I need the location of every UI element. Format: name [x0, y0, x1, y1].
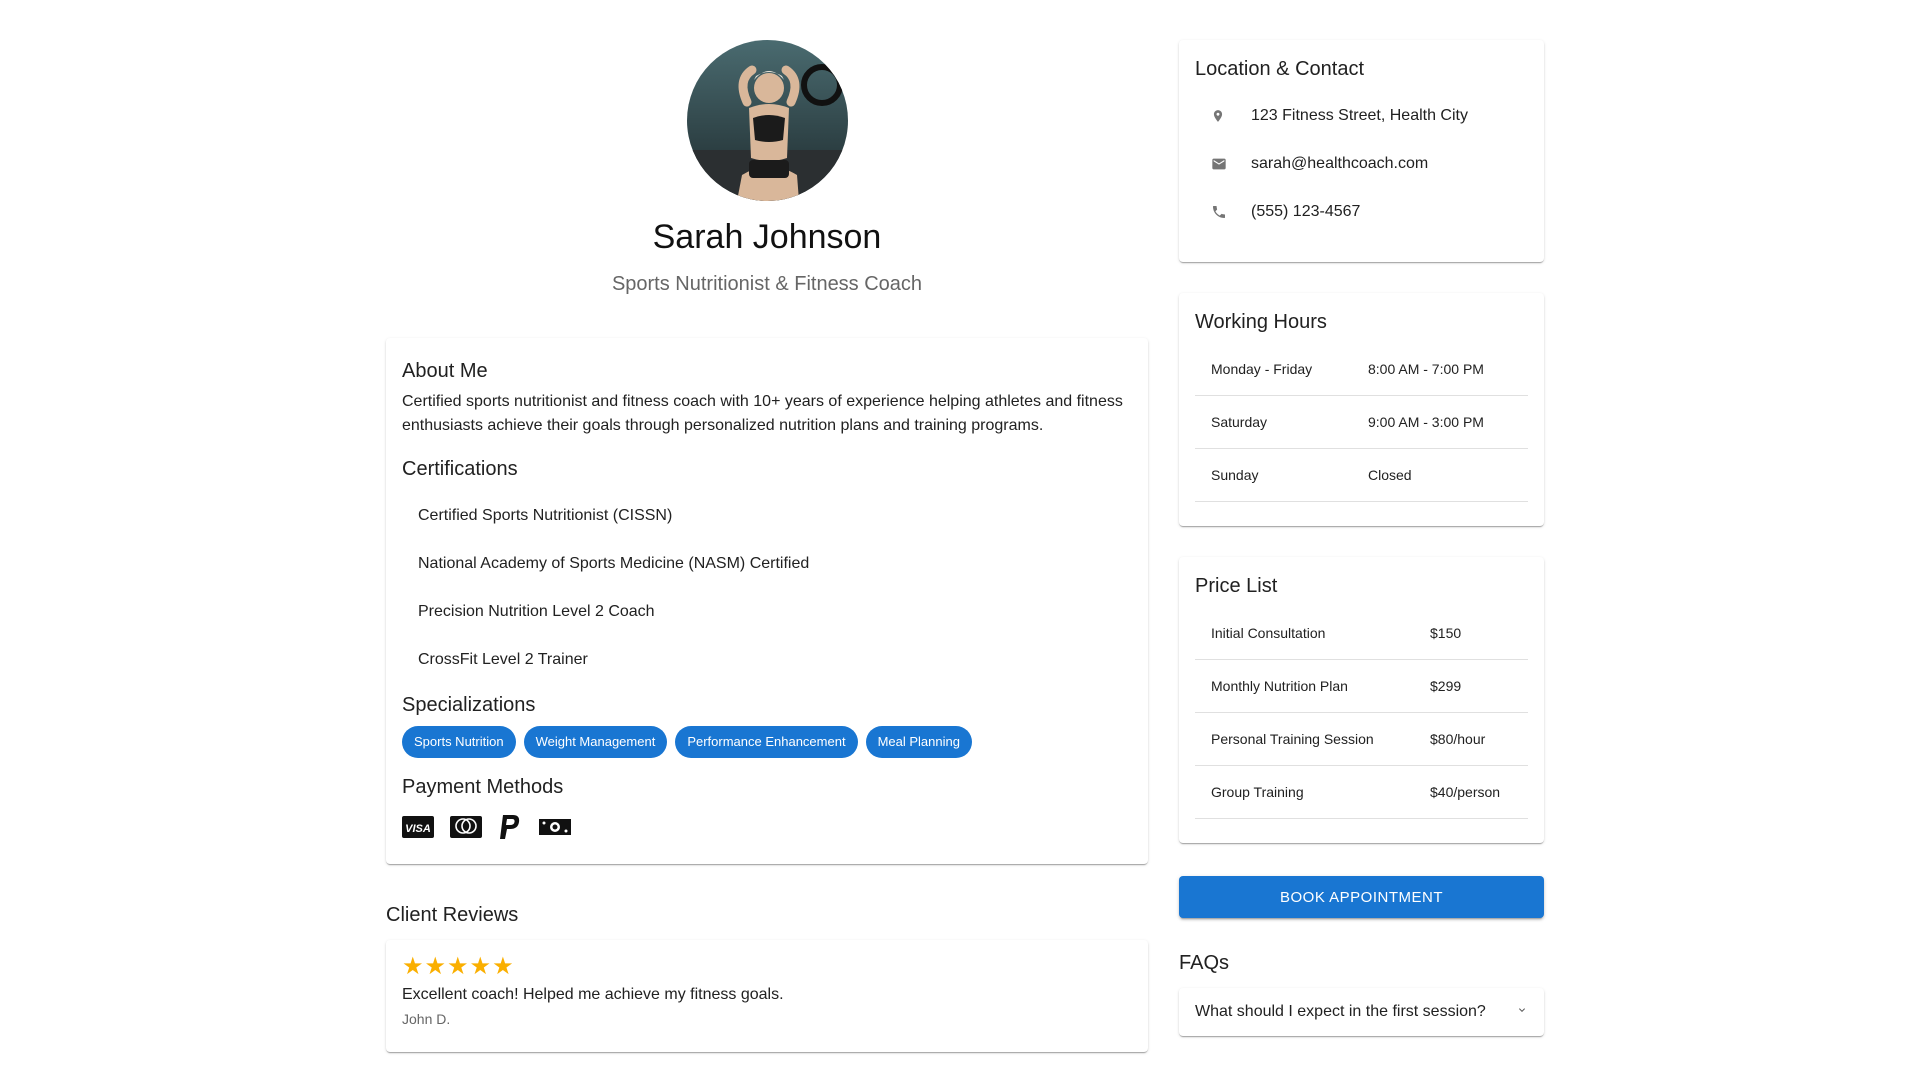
book-appointment-button[interactable]: Book Appointment [1179, 876, 1544, 918]
star-icon: ★ [447, 953, 469, 980]
contact-phone[interactable]: (555) 123-4567 [1251, 203, 1360, 221]
price-value: $150 [1414, 607, 1528, 660]
table-row: Group Training $40/person [1195, 765, 1528, 819]
email-icon [1195, 156, 1251, 172]
chip-sports-nutrition[interactable]: Sports Nutrition [402, 726, 516, 758]
certification-item: National Academy of Sports Medicine (NAS… [418, 555, 810, 572]
price-service: Initial Consultation [1195, 607, 1414, 660]
price-value: $299 [1414, 659, 1528, 713]
avatar [686, 40, 848, 201]
table-row: Saturday 9:00 AM - 3:00 PM [1195, 395, 1528, 449]
certification-item: Certified Sports Nutritionist (CISSN) [418, 507, 673, 524]
profile-title: Sports Nutritionist & Fitness Coach [611, 273, 923, 295]
reviews-heading: Client Reviews [386, 904, 519, 926]
certification-item: CrossFit Level 2 Trainer [418, 651, 588, 668]
about-card: About Me Certified sports nutritionist a… [386, 338, 1148, 864]
working-hours-table: Monday - Friday 8:00 AM - 7:00 PM Saturd… [1195, 343, 1528, 502]
contact-card: Location & Contact 123 Fitness Street, H… [1179, 40, 1544, 262]
right-column: Location & Contact 123 Fitness Street, H… [1179, 40, 1544, 1036]
price-value: $80/hour [1414, 712, 1528, 766]
mastercard-icon [450, 816, 482, 838]
about-text: Certified sports nutritionist and fitnes… [402, 393, 1123, 434]
contact-email-row: sarah@healthcoach.com [1195, 140, 1528, 188]
svg-text:VISA: VISA [405, 823, 431, 835]
table-row: Sunday Closed [1195, 448, 1528, 502]
faq-accordion-item[interactable]: What should I expect in the first sessio… [1179, 988, 1544, 1036]
rating-stars: ★ ★ ★ ★ ★ [402, 954, 1132, 980]
contact-heading: Location & Contact [1195, 58, 1364, 80]
price-service: Personal Training Session [1195, 712, 1414, 766]
price-service: Monthly Nutrition Plan [1195, 659, 1414, 713]
phone-icon [1195, 204, 1251, 220]
table-row: Personal Training Session $80/hour [1195, 712, 1528, 766]
payment-heading: Payment Methods [402, 776, 564, 798]
left-column: Sarah Johnson Sports Nutritionist & Fitn… [386, 40, 1148, 1052]
location-pin-icon [1195, 107, 1251, 125]
certification-item: Precision Nutrition Level 2 Coach [418, 603, 655, 620]
profile-name: Sarah Johnson [652, 218, 882, 256]
star-icon: ★ [492, 953, 514, 980]
chip-meal-planning[interactable]: Meal Planning [865, 726, 972, 758]
hours-day: Sunday [1195, 448, 1352, 502]
contact-phone-row: (555) 123-4567 [1195, 188, 1528, 236]
avatar-photo [686, 40, 848, 201]
hours-time: Closed [1352, 448, 1528, 502]
review-author: John D. [402, 1011, 451, 1027]
specializations-chips: Sports Nutrition Weight Management Perfo… [402, 726, 1132, 758]
hours-day: Monday - Friday [1195, 343, 1352, 396]
paypal-icon [500, 815, 520, 839]
contact-address: 123 Fitness Street, Health City [1251, 107, 1468, 124]
star-icon: ★ [402, 953, 424, 980]
contact-address-row: 123 Fitness Street, Health City [1195, 92, 1528, 140]
faq-question: What should I expect in the first sessio… [1195, 1003, 1486, 1020]
table-row: Initial Consultation $150 [1195, 607, 1528, 660]
working-hours-card: Working Hours Monday - Friday 8:00 AM - … [1179, 293, 1544, 526]
price-list-heading: Price List [1195, 575, 1278, 597]
certifications-list: Certified Sports Nutritionist (CISSN) Na… [402, 492, 1132, 684]
table-row: Monthly Nutrition Plan $299 [1195, 659, 1528, 713]
chevron-down-icon [1516, 1003, 1528, 1021]
hours-time: 9:00 AM - 3:00 PM [1352, 395, 1528, 449]
price-list-card: Price List Initial Consultation $150 Mon… [1179, 557, 1544, 843]
contact-email[interactable]: sarah@healthcoach.com [1251, 155, 1428, 173]
faqs-heading: FAQs [1179, 952, 1230, 974]
payment-icons: VISA [402, 814, 1132, 840]
price-value: $40/person [1414, 765, 1528, 819]
price-list-table: Initial Consultation $150 Monthly Nutrit… [1195, 607, 1528, 819]
hours-time: 8:00 AM - 7:00 PM [1352, 343, 1528, 396]
price-service: Group Training [1195, 765, 1414, 819]
review-card: ★ ★ ★ ★ ★ Excellent coach! Helped me ach… [386, 940, 1148, 1052]
visa-icon: VISA [402, 816, 434, 838]
cash-icon [539, 819, 571, 835]
profile-page: Sarah Johnson Sports Nutritionist & Fitn… [0, 0, 1920, 1080]
about-heading: About Me [402, 360, 488, 382]
profile-header: Sarah Johnson Sports Nutritionist & Fitn… [386, 40, 1148, 297]
table-row: Monday - Friday 8:00 AM - 7:00 PM [1195, 343, 1528, 396]
certifications-heading: Certifications [402, 458, 518, 480]
working-hours-heading: Working Hours [1195, 311, 1327, 333]
star-icon: ★ [469, 953, 492, 980]
review-text: Excellent coach! Helped me achieve my fi… [402, 986, 784, 1003]
star-icon: ★ [424, 953, 447, 980]
chip-performance-enhancement[interactable]: Performance Enhancement [675, 726, 858, 758]
hours-day: Saturday [1195, 395, 1352, 449]
specializations-heading: Specializations [402, 694, 536, 716]
chip-weight-management[interactable]: Weight Management [523, 726, 668, 758]
